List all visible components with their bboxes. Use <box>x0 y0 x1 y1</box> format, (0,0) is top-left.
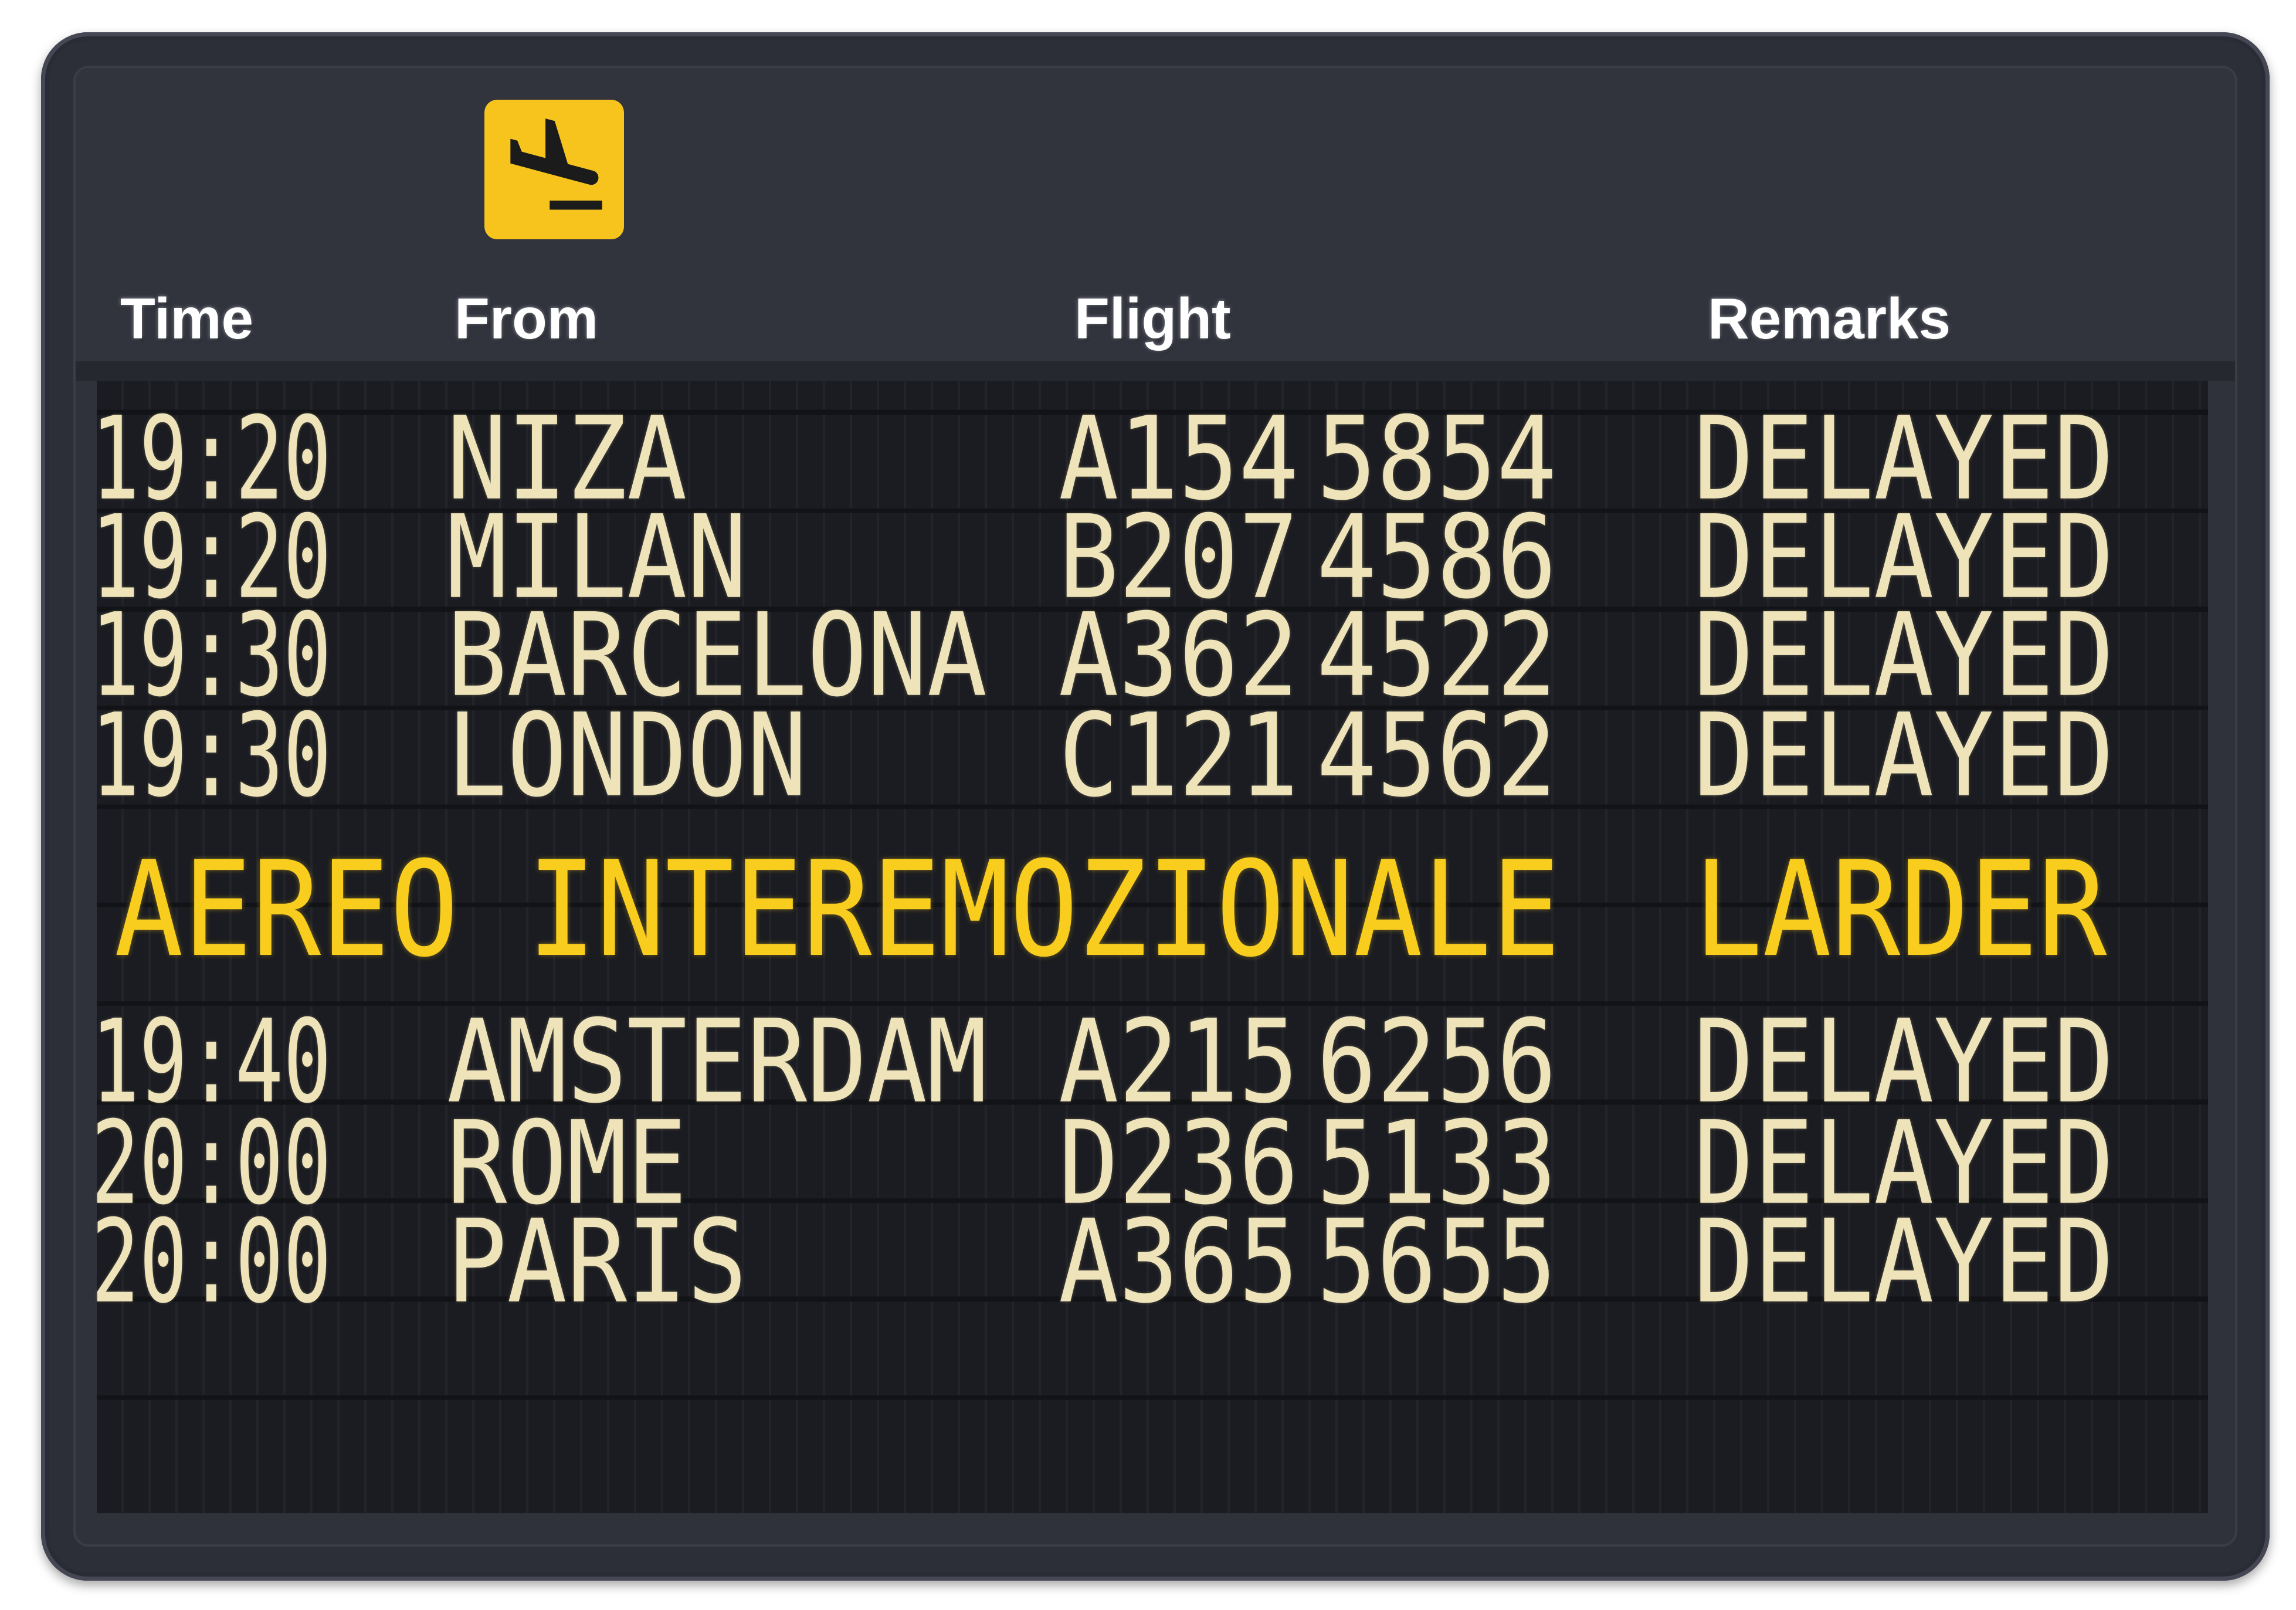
flight-origin: PARIS <box>447 1195 747 1329</box>
flight-status: DELAYED <box>1694 689 2114 823</box>
flight-origin: LONDON <box>447 689 808 823</box>
flight-time: 20:00 <box>91 1195 331 1329</box>
flight-number: 4562 <box>1317 689 1557 823</box>
header-divider <box>76 361 2235 381</box>
banner-row: AEREO INTEREMOZIONALE LARDER <box>0 842 2296 977</box>
column-header-time: Time <box>120 286 253 351</box>
arrival-plane-icon <box>484 100 625 239</box>
flight-status: DELAYED <box>1694 1195 2114 1329</box>
column-header-from: From <box>455 286 598 351</box>
column-header-remarks: Remarks <box>1708 286 1951 351</box>
flight-code: A365 <box>1059 1195 1299 1329</box>
banner-status: LARDER <box>1694 832 2107 986</box>
flight-row: 19:30 LONDON C121 4562 DELAYED <box>0 699 2296 814</box>
flight-number: 5655 <box>1317 1195 1557 1329</box>
flight-code: C121 <box>1059 689 1299 823</box>
banner-message: AEREO INTEREMOZIONALE <box>114 832 1561 986</box>
flight-row: 20:00 PARIS A365 5655 DELAYED <box>0 1205 2296 1320</box>
flight-time: 19:30 <box>91 689 331 823</box>
column-header-flight: Flight <box>1074 286 1231 351</box>
